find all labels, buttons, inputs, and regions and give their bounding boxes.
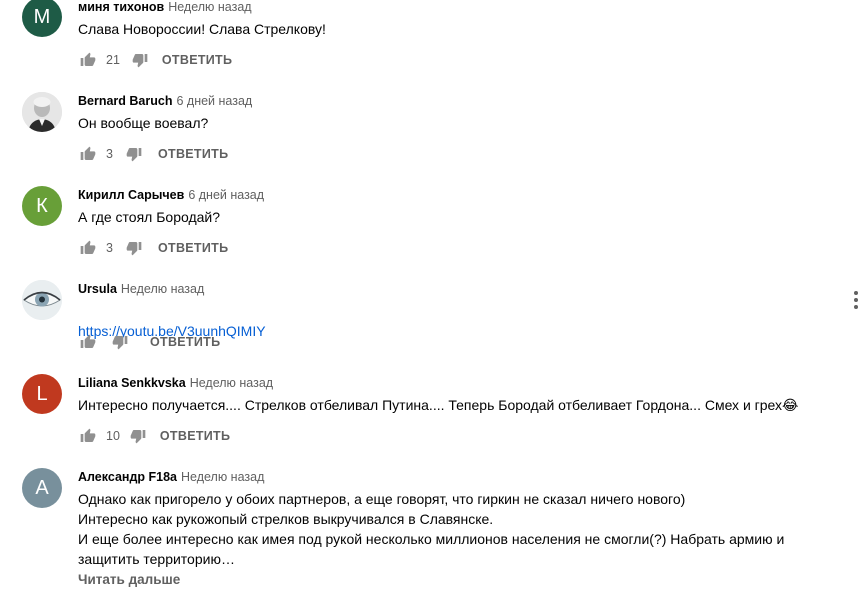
avatar-letter: L: [36, 382, 48, 405]
comment-body: Liliana Senkkvska Неделю назад Интересно …: [78, 374, 825, 415]
kebab-dot: [854, 305, 858, 309]
comment-actions: 3 ОТВЕТИТЬ: [78, 236, 228, 260]
dislike-button[interactable]: [130, 50, 150, 70]
thumb-up-icon: [80, 52, 96, 66]
like-count: 21: [106, 53, 120, 67]
comment-header: миня тихонов Неделю назад: [78, 0, 825, 16]
comment-text: А где стоял Бородай?: [78, 209, 221, 225]
comment-time[interactable]: 6 дней назад: [176, 94, 252, 108]
thumb-down-icon: [112, 336, 128, 350]
reply-button[interactable]: ОТВЕТИТЬ: [162, 53, 232, 67]
comment-body: Bernard Baruch 6 дней назад Он вообще вое…: [78, 92, 825, 133]
comment-actions: 21 ОТВЕТИТЬ: [78, 48, 232, 72]
avatar-letter: А: [35, 476, 49, 499]
thumb-up-icon: [80, 334, 96, 348]
comment-author[interactable]: Liliana Senkkvska: [78, 376, 186, 390]
comment-header: Bernard Baruch 6 дней назад: [78, 92, 825, 110]
thumb-down-icon: [132, 54, 148, 68]
comment-text: Слава Новороссии! Слава Стрелкову!: [78, 21, 326, 37]
comment-time[interactable]: Неделю назад: [168, 0, 251, 14]
comment-author[interactable]: Bernard Baruch: [78, 94, 172, 108]
like-button[interactable]: [78, 50, 98, 70]
like-button[interactable]: [78, 238, 98, 258]
avatar[interactable]: К: [22, 186, 62, 226]
thumb-down-icon: [130, 430, 146, 444]
comment-body: Александр F18a Неделю назад Однако как пр…: [78, 468, 825, 589]
comment-header: Кирилл Сарычев 6 дней назад: [78, 186, 825, 204]
avatar[interactable]: А: [22, 468, 62, 508]
avatar[interactable]: М: [22, 0, 62, 37]
like-count: 3: [106, 241, 113, 255]
comment-time[interactable]: Неделю назад: [121, 282, 204, 296]
comment-author[interactable]: Ursula: [78, 282, 117, 296]
portrait-avatar-image: [22, 92, 62, 132]
comment-header: Liliana Senkkvska Неделю назад: [78, 374, 825, 392]
thumb-up-icon: [80, 240, 96, 254]
avatar[interactable]: [22, 92, 62, 132]
like-count: 3: [106, 147, 113, 161]
reply-button[interactable]: ОТВЕТИТЬ: [158, 241, 228, 255]
comment-text: Интересно получается.... Стрелков отбели…: [78, 395, 825, 415]
comment-author[interactable]: Кирилл Сарычев: [78, 188, 184, 202]
comment-time[interactable]: Неделю назад: [181, 470, 264, 484]
reply-button[interactable]: ОТВЕТИТЬ: [158, 147, 228, 161]
comment-author[interactable]: миня тихонов: [78, 0, 164, 14]
more-actions-icon[interactable]: [846, 288, 865, 312]
comment-actions: 3 ОТВЕТИТЬ: [78, 142, 228, 166]
kebab-dot: [854, 291, 858, 295]
laughing-emoji-icon: 😂: [782, 397, 799, 413]
reply-button[interactable]: ОТВЕТИТЬ: [160, 429, 230, 443]
like-button[interactable]: [78, 332, 98, 352]
comment-time[interactable]: Неделю назад: [190, 376, 273, 390]
comment-time[interactable]: 6 дней назад: [188, 188, 264, 202]
kebab-dot: [854, 298, 858, 302]
avatar-letter: К: [36, 194, 48, 217]
thumb-up-icon: [80, 146, 96, 160]
dislike-button[interactable]: [124, 144, 144, 164]
avatar[interactable]: [22, 280, 62, 320]
comment-text: Он вообще воевал?: [78, 115, 209, 131]
comment-header: Ursula Неделю назад: [78, 280, 825, 298]
like-button[interactable]: [78, 144, 98, 164]
comment-text-content: Интересно получается.... Стрелков отбели…: [78, 397, 783, 413]
comment-text: Однако как пригорело у обоих партнеров, …: [78, 491, 785, 567]
comment-actions: ОТВЕТИТЬ: [78, 330, 220, 354]
like-count: 10: [106, 429, 120, 443]
comment-body: миня тихонов Неделю назад Слава Новоросси…: [78, 0, 825, 39]
eye-avatar-image: [22, 280, 62, 320]
like-button[interactable]: [78, 426, 98, 446]
comment-body: Кирилл Сарычев 6 дней назад А где стоял Б…: [78, 186, 825, 227]
avatar-letter: М: [33, 5, 51, 28]
dislike-button[interactable]: [124, 238, 144, 258]
dislike-button[interactable]: [110, 332, 130, 352]
comment-actions: 10 ОТВЕТИТЬ: [78, 424, 230, 448]
thumb-down-icon: [126, 242, 142, 256]
read-more-link[interactable]: Читать дальше: [78, 571, 825, 589]
dislike-button[interactable]: [128, 426, 148, 446]
reply-button[interactable]: ОТВЕТИТЬ: [150, 335, 220, 349]
comment-author[interactable]: Александр F18a: [78, 470, 177, 484]
comment-header: Александр F18a Неделю назад: [78, 468, 825, 486]
avatar[interactable]: L: [22, 374, 62, 414]
thumb-up-icon: [80, 428, 96, 442]
thumb-down-icon: [126, 148, 142, 162]
